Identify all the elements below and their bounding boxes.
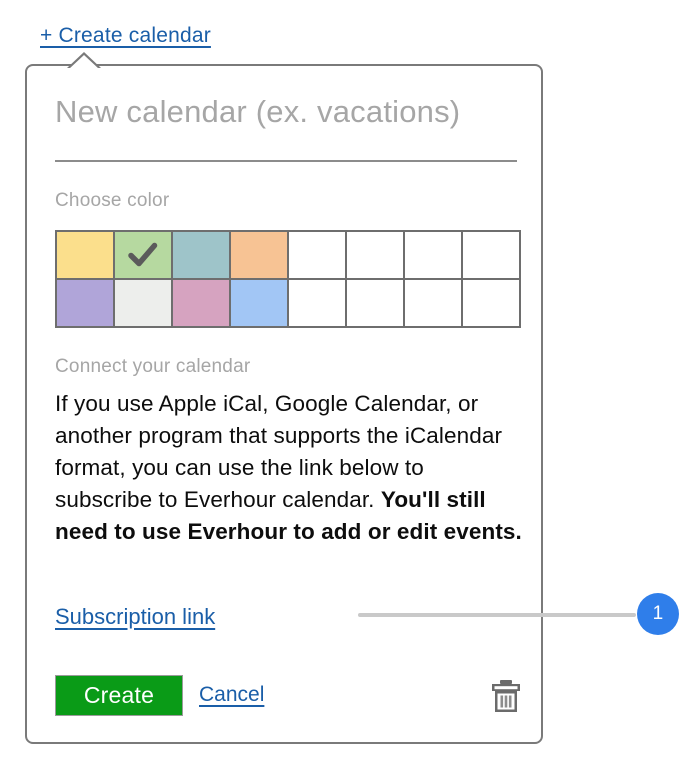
- choose-color-label: Choose color: [55, 190, 170, 211]
- connect-calendar-label: Connect your calendar: [55, 356, 251, 377]
- color-swatch-blue[interactable]: [231, 280, 289, 328]
- color-swatch-purple[interactable]: [57, 280, 115, 328]
- color-swatch-grid[interactable]: [55, 230, 521, 328]
- dialog-pointer-arrow-fill: [69, 55, 99, 69]
- color-swatch-empty-6[interactable]: [347, 280, 405, 328]
- color-swatch-empty-4[interactable]: [463, 232, 521, 280]
- create-calendar-link[interactable]: + Create calendar: [40, 24, 211, 48]
- color-swatch-empty-3[interactable]: [405, 232, 463, 280]
- new-calendar-dialog: Choose color Connect your calendar If yo…: [25, 52, 543, 744]
- delete-calendar-button[interactable]: [489, 678, 523, 714]
- color-swatch-orange[interactable]: [231, 232, 289, 280]
- subscription-link[interactable]: Subscription link: [55, 604, 215, 630]
- color-swatch-yellow[interactable]: [57, 232, 115, 280]
- color-swatch-empty-2[interactable]: [347, 232, 405, 280]
- cancel-link[interactable]: Cancel: [199, 683, 264, 707]
- color-swatch-empty-5[interactable]: [289, 280, 347, 328]
- callout-badge-1: 1: [637, 593, 679, 635]
- color-swatch-light-gray[interactable]: [115, 280, 173, 328]
- calendar-name-input[interactable]: [55, 94, 517, 140]
- create-button[interactable]: Create: [55, 675, 183, 716]
- color-swatch-empty-7[interactable]: [405, 280, 463, 328]
- connect-calendar-description: If you use Apple iCal, Google Calendar, …: [55, 388, 523, 548]
- color-swatch-empty-8[interactable]: [463, 280, 521, 328]
- color-swatch-pink[interactable]: [173, 280, 231, 328]
- color-swatch-empty-1[interactable]: [289, 232, 347, 280]
- callout-leader-line: [358, 613, 636, 617]
- color-swatch-teal[interactable]: [173, 232, 231, 280]
- color-swatch-green[interactable]: [115, 232, 173, 280]
- check-icon: [115, 232, 171, 278]
- calendar-name-underline: [55, 160, 517, 162]
- trash-icon: [492, 680, 520, 712]
